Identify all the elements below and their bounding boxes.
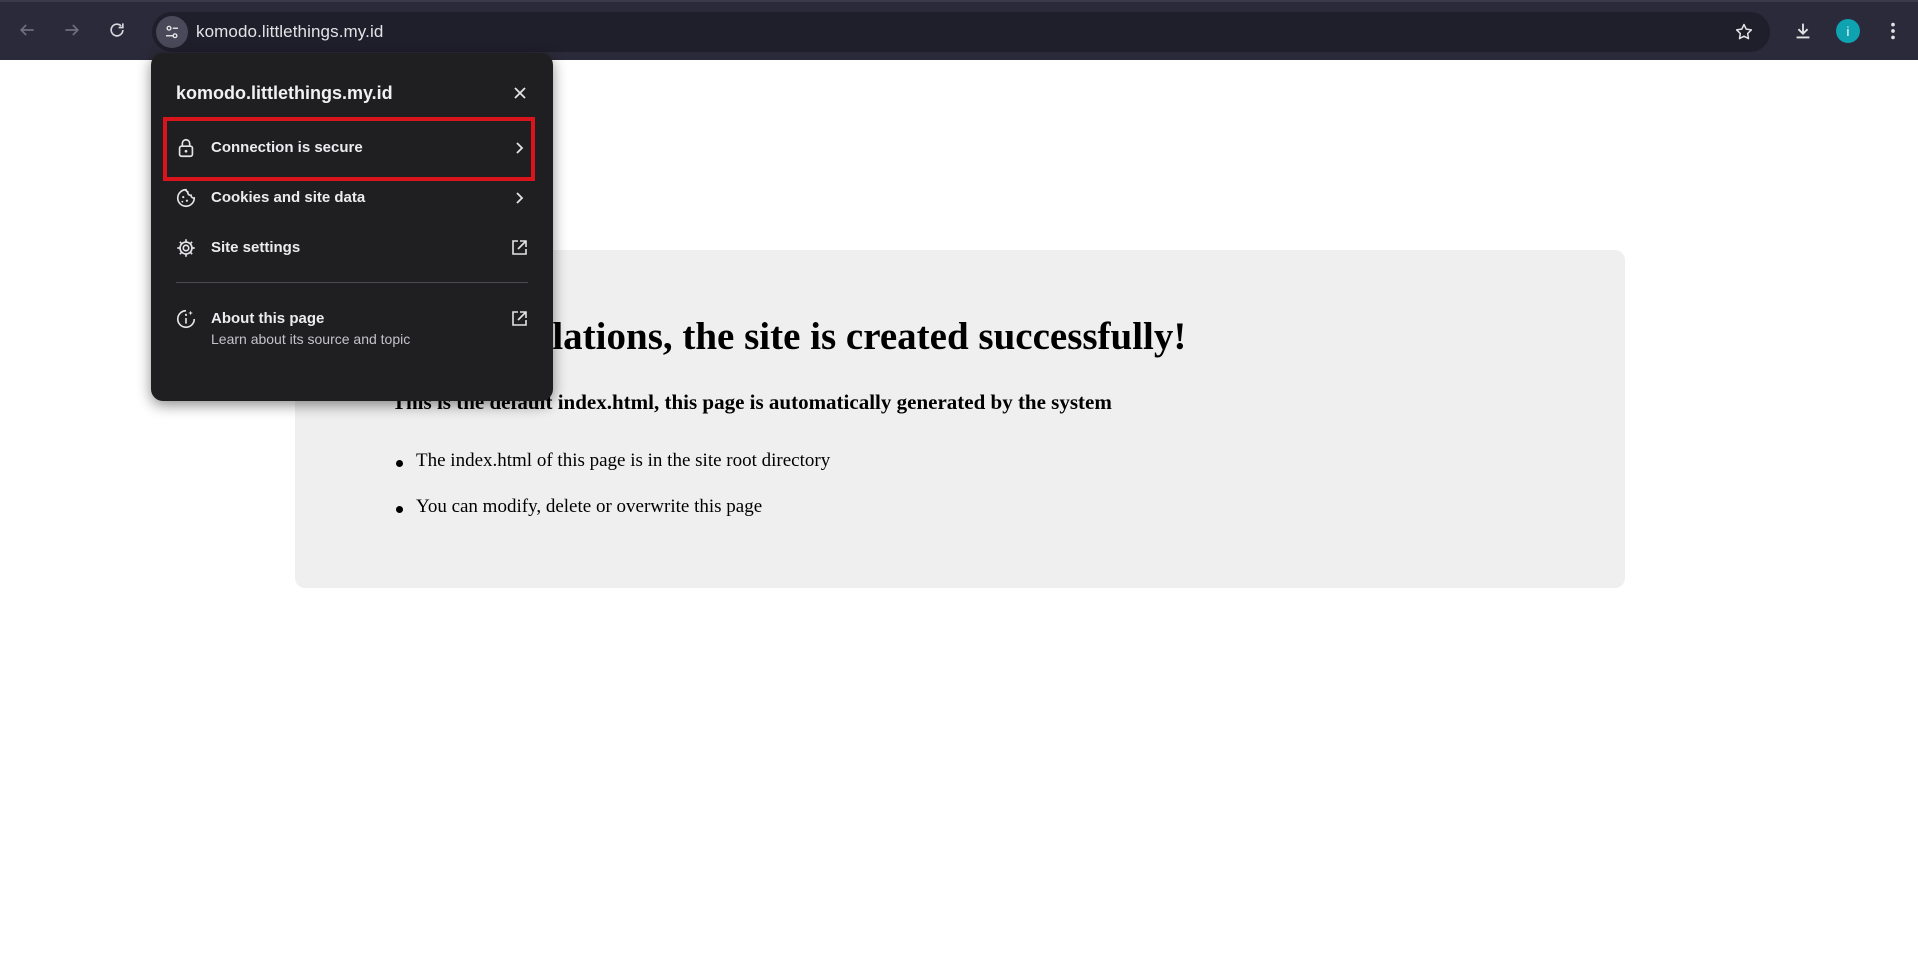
list-item: The index.html of this page is in the si… [392, 450, 830, 496]
url-text[interactable]: komodo.littlethings.my.id [196, 22, 383, 42]
forward-button[interactable] [54, 12, 90, 48]
info-list: The index.html of this page is in the si… [392, 450, 830, 542]
chevron-right-icon [509, 138, 529, 158]
open-in-new-icon [509, 309, 529, 329]
bookmark-button[interactable] [1728, 16, 1760, 48]
connection-secure-item[interactable]: Connection is secure [163, 126, 537, 170]
about-page-sublabel: Learn about its source and topic [211, 331, 411, 347]
arrow-right-icon [65, 24, 80, 36]
about-page-label: About this page [211, 310, 325, 327]
download-icon [1796, 23, 1810, 39]
more-vert-icon [1891, 22, 1895, 40]
gear-icon [175, 237, 197, 259]
site-info-popup: komodo.littlethings.my.id Connection is … [151, 53, 553, 401]
star-icon [1735, 23, 1753, 40]
cookies-item[interactable]: Cookies and site data [163, 176, 537, 220]
popup-title: komodo.littlethings.my.id [176, 83, 393, 103]
avatar-initial: i [1846, 23, 1850, 39]
close-button[interactable] [509, 82, 531, 104]
avatar[interactable]: i [1836, 19, 1860, 43]
browser-toolbar: komodo.littlethings.my.id i [0, 0, 1918, 60]
about-page-item[interactable]: About this page Learn about its source a… [163, 297, 537, 357]
close-icon [514, 87, 526, 99]
list-item: You can modify, delete or overwrite this… [392, 496, 830, 542]
connection-secure-label: Connection is secure [211, 139, 363, 156]
reload-icon [110, 23, 124, 37]
site-settings-label: Site settings [211, 239, 301, 256]
cookies-label: Cookies and site data [211, 189, 366, 206]
about-info-icon [175, 308, 197, 330]
address-bar[interactable]: komodo.littlethings.my.id [152, 12, 1770, 52]
open-in-new-icon [509, 238, 529, 258]
menu-button[interactable] [1876, 14, 1910, 48]
chevron-right-icon [509, 188, 529, 208]
lock-icon [175, 137, 197, 159]
site-info-button[interactable] [156, 16, 188, 48]
tune-icon [166, 25, 178, 39]
arrow-left-icon [19, 24, 34, 36]
back-button[interactable] [9, 12, 45, 48]
cookie-icon [175, 187, 197, 209]
popup-divider [176, 282, 528, 283]
reload-button[interactable] [99, 12, 135, 48]
site-settings-item[interactable]: Site settings [163, 226, 537, 270]
downloads-button[interactable] [1786, 14, 1820, 48]
